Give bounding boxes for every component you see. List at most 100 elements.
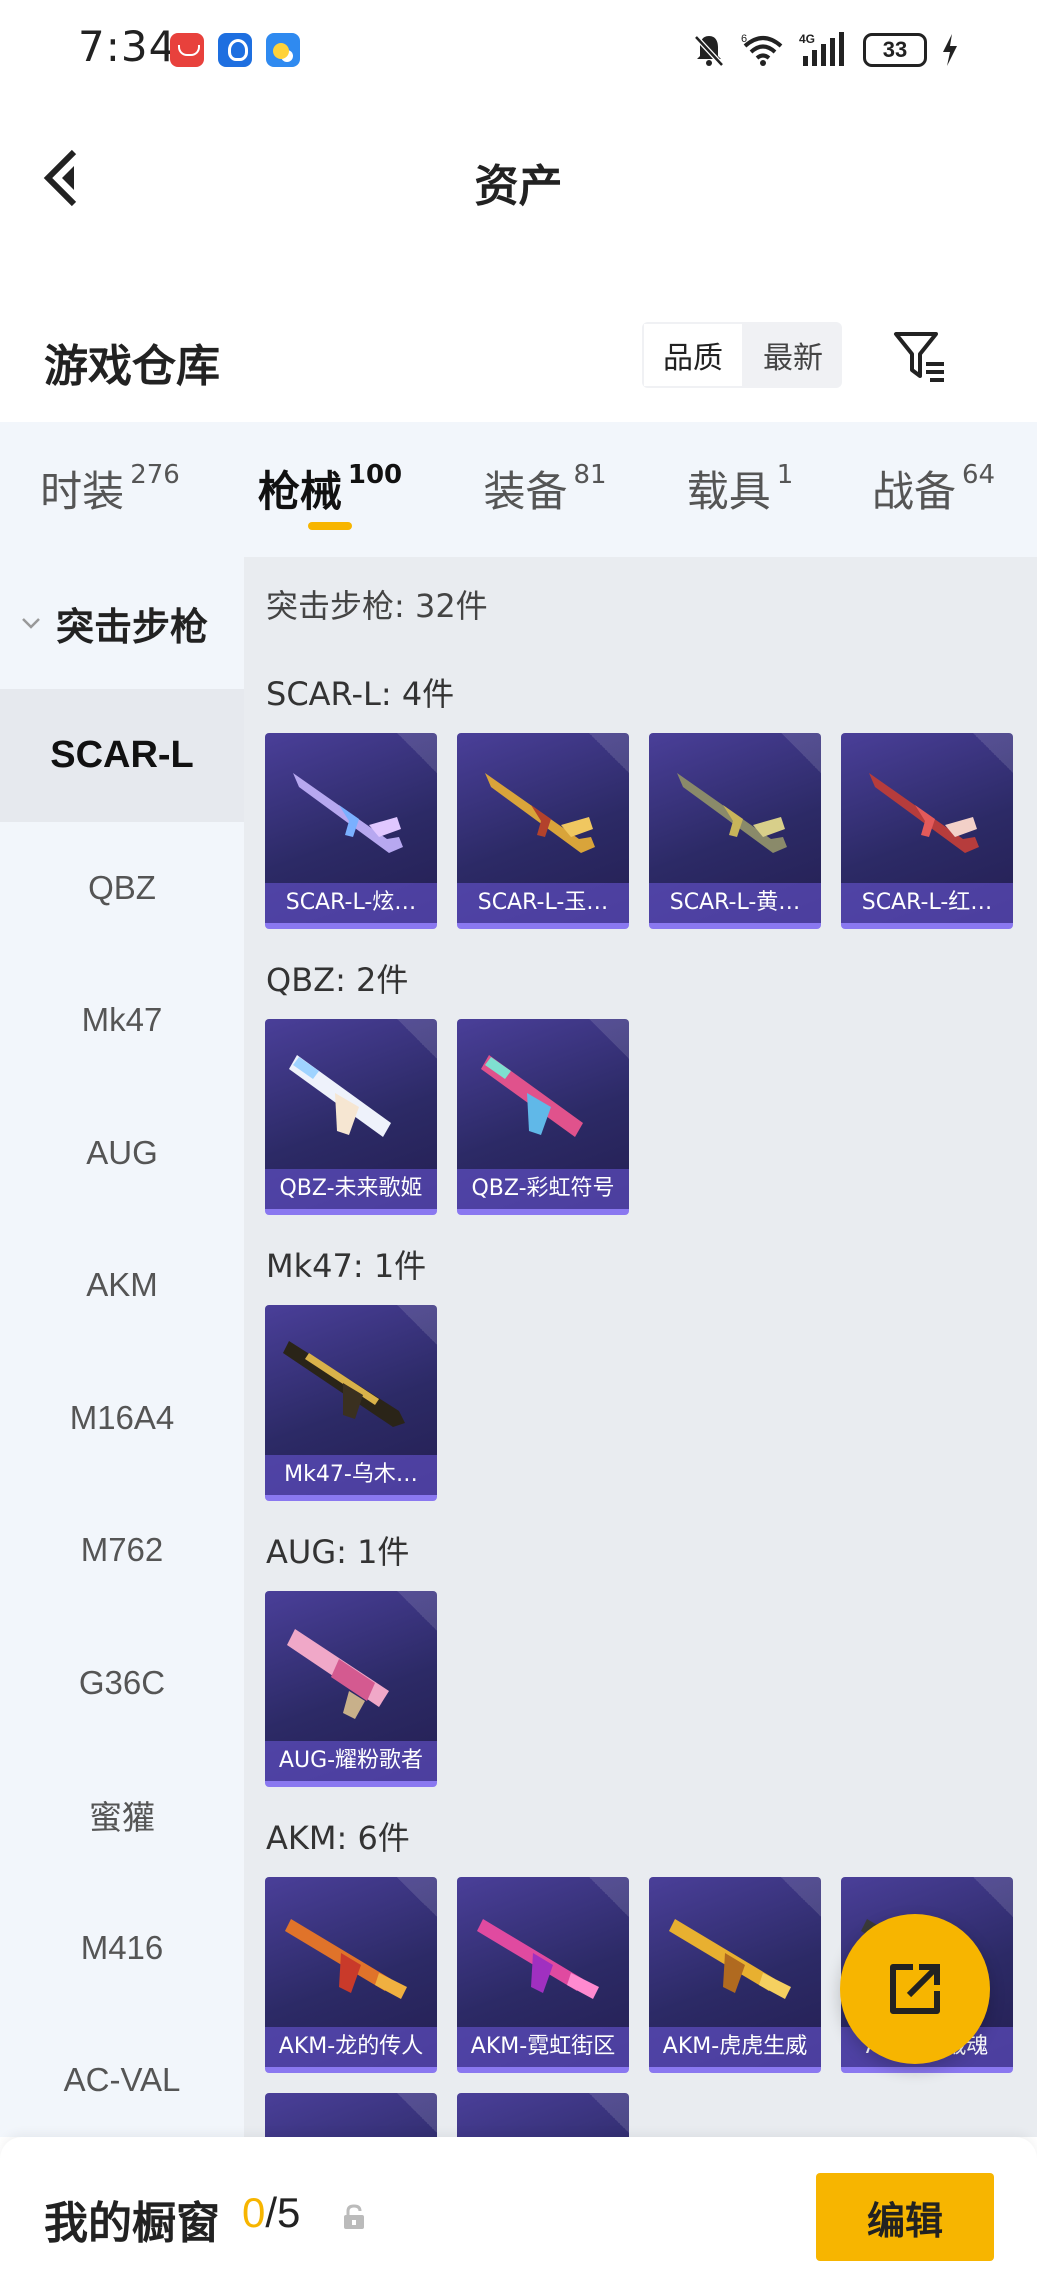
skin-name: AKM-霓虹街区 <box>457 2027 629 2067</box>
skin-name: SCAR-L-玉… <box>457 883 629 923</box>
showcase-counter: 0/5 <box>242 2189 300 2237</box>
category-tabs: 时装 276 枪械 100 装备 81 载具 1 战备 64 <box>0 422 1037 557</box>
cell-signal-icon: 4G <box>799 32 844 66</box>
sidebar-item-g36c[interactable]: G36C <box>0 1617 244 1750</box>
sort-quality-button[interactable]: 品质 <box>642 322 744 388</box>
sidebar-item-akm[interactable]: AKM <box>0 1219 244 1352</box>
skin-name: AKM-龙的传人 <box>265 2027 437 2067</box>
skin-name: SCAR-L-黄… <box>649 883 821 923</box>
showcase-title: 我的橱窗 <box>44 2198 220 2249</box>
skin-name: QBZ-彩虹符号 <box>457 1169 629 1209</box>
category-summary: 突击步枪: 32件 <box>266 587 488 625</box>
skin-card[interactable]: AKM-虎虎生威 <box>649 1877 821 2073</box>
gun-skin-image <box>285 1919 407 1999</box>
sidebar-item-honey-badger[interactable]: 蜜獾 <box>0 1749 244 1882</box>
skin-card[interactable]: QBZ-未来歌姬 <box>265 1019 437 1215</box>
skin-card[interactable]: SCAR-L-红… <box>841 733 1013 929</box>
gun-skin-image <box>485 773 595 853</box>
skin-name: Mk47-乌木… <box>265 1455 437 1495</box>
weapon-type-sidebar: 突击步枪 SCAR-L QBZ Mk47 AUG AKM M16A4 M762 … <box>0 557 244 2137</box>
group-label: AKM: 6件 <box>266 1819 410 1857</box>
skin-card[interactable] <box>265 2093 437 2137</box>
status-time: 7:34 <box>78 22 177 71</box>
bulb-app-icon <box>218 33 252 67</box>
battery-indicator: 33 <box>863 33 927 67</box>
sidebar-item-aug[interactable]: AUG <box>0 1087 244 1220</box>
skin-card[interactable]: AKM-龙的传人 <box>265 1877 437 2073</box>
tab-fashion[interactable]: 时装 276 <box>0 422 220 557</box>
skin-card[interactable]: Mk47-乌木… <box>265 1305 437 1501</box>
skin-card[interactable]: QBZ-彩虹符号 <box>457 1019 629 1215</box>
sidebar-item-scar-l[interactable]: SCAR-L <box>0 689 244 822</box>
warehouse-header: 游戏仓库 品质 最新 <box>0 300 1037 422</box>
group-label: QBZ: 2件 <box>266 961 409 999</box>
charging-icon <box>943 34 957 66</box>
lock-icon <box>344 2204 364 2229</box>
share-icon <box>890 1964 940 2014</box>
active-tab-indicator <box>308 522 352 530</box>
sidebar-group-assault-rifles[interactable]: 突击步枪 <box>0 557 244 689</box>
status-bar: 7:34 6 4G 33 <box>0 0 1037 100</box>
edit-button[interactable]: 编辑 <box>816 2173 994 2261</box>
huawei-app-icon <box>170 33 204 67</box>
tab-count: 81 <box>573 460 607 490</box>
tab-guns[interactable]: 枪械 100 <box>220 422 440 557</box>
sidebar-item-m16a4[interactable]: M16A4 <box>0 1352 244 1485</box>
tab-count: 1 <box>776 460 794 490</box>
sort-toggle: 品质 最新 <box>642 322 842 388</box>
skin-name: SCAR-L-红… <box>841 883 1013 923</box>
gun-skin-image <box>293 773 403 853</box>
tab-label: 载具 <box>686 467 771 516</box>
wifi-level: 6 <box>741 33 747 45</box>
wifi-icon: 6 <box>741 33 783 66</box>
sidebar-item-m762[interactable]: M762 <box>0 1484 244 1617</box>
skin-card[interactable]: SCAR-L-炫… <box>265 733 437 929</box>
tab-count: 64 <box>961 460 996 490</box>
group-label: SCAR-L: 4件 <box>266 675 455 713</box>
skin-name: AUG-耀粉歌者 <box>265 1741 437 1781</box>
status-icons: 6 4G 33 <box>691 28 959 72</box>
tab-label: 枪械 <box>257 467 342 516</box>
sidebar-item-qbz[interactable]: QBZ <box>0 822 244 955</box>
filter-button[interactable] <box>890 326 950 386</box>
gun-skin-image <box>677 773 787 853</box>
skin-card[interactable]: AKM-霓虹街区 <box>457 1877 629 2073</box>
page-title: 资产 <box>474 161 563 212</box>
sort-latest-button[interactable]: 最新 <box>744 322 842 388</box>
tab-supplies[interactable]: 战备 64 <box>830 422 1037 557</box>
sidebar-item-mk47[interactable]: Mk47 <box>0 954 244 1087</box>
chevron-down-icon <box>22 618 40 629</box>
skin-card[interactable] <box>457 2093 629 2137</box>
tab-label: 战备 <box>871 467 956 516</box>
gun-skin-image <box>669 1919 791 1999</box>
mute-bell-icon <box>694 35 724 67</box>
tab-label: 装备 <box>483 467 568 516</box>
gun-skin-image <box>481 1055 583 1137</box>
gun-skin-image <box>287 1629 389 1719</box>
filter-icon <box>894 332 944 382</box>
skin-name: SCAR-L-炫… <box>265 883 437 923</box>
sidebar-item-m416[interactable]: M416 <box>0 1882 244 2015</box>
skin-card[interactable]: SCAR-L-玉… <box>457 733 629 929</box>
sidebar-item-ac-val[interactable]: AC-VAL <box>0 2014 244 2147</box>
weather-app-icon <box>266 33 300 67</box>
tab-count: 100 <box>347 460 403 490</box>
tab-vehicles[interactable]: 载具 1 <box>650 422 830 557</box>
tab-equipment[interactable]: 装备 81 <box>440 422 650 557</box>
tab-label: 时装 <box>40 467 125 516</box>
showcase-total: /5 <box>265 2189 301 2236</box>
showcase-current: 0 <box>242 2189 266 2236</box>
network-type: 4G <box>799 32 815 46</box>
group-label: Mk47: 1件 <box>266 1247 427 1285</box>
skin-card[interactable]: SCAR-L-黄… <box>649 733 821 929</box>
share-button[interactable] <box>840 1914 990 2064</box>
group-label: AUG: 1件 <box>266 1533 410 1571</box>
skin-card[interactable]: AUG-耀粉歌者 <box>265 1591 437 1787</box>
gun-skin-image <box>283 1341 405 1427</box>
weapon-grid: 突击步枪: 32件 SCAR-L: 4件 SCAR-L-炫… SCAR-L-玉…… <box>244 557 1037 2137</box>
section-title: 游戏仓库 <box>44 341 220 392</box>
gun-skin-image <box>477 1919 599 1999</box>
showcase-bar: 我的橱窗 0/5 编辑 <box>0 2137 1037 2295</box>
gun-skin-image <box>869 773 979 853</box>
app-header: 资产 <box>0 100 1037 260</box>
